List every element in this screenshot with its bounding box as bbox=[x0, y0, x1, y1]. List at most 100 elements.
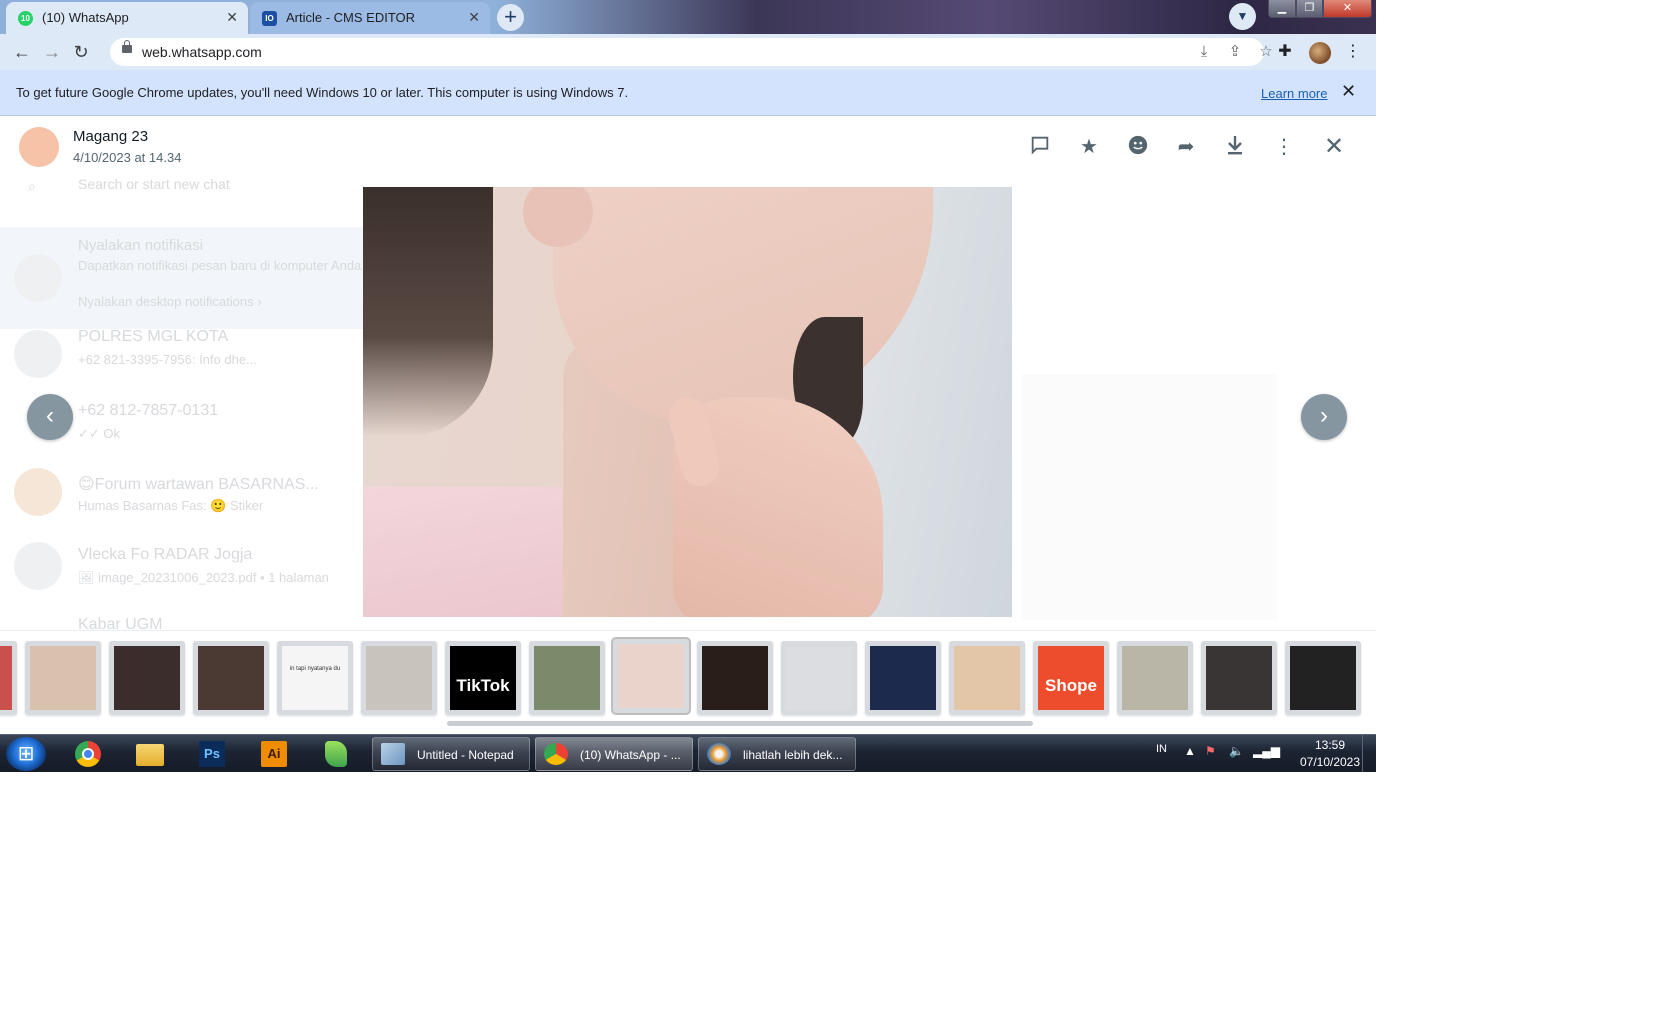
background-chat-preview: Dapatkan notifikasi pesan baru di komput… bbox=[78, 258, 362, 273]
background-avatar bbox=[14, 468, 62, 516]
media-thumbnail[interactable] bbox=[361, 641, 437, 715]
media-thumbnail[interactable] bbox=[949, 641, 1025, 715]
tab-title: Article - CMS EDITOR bbox=[286, 10, 416, 25]
image-detail bbox=[363, 187, 493, 437]
side-panel-icon-glyph bbox=[1281, 42, 1301, 62]
reload-icon[interactable]: ↻ bbox=[69, 40, 93, 64]
whatsapp-page: ⌕ Search or start new chat Nyalakan noti… bbox=[0, 116, 1376, 734]
tab-close-icon[interactable]: ✕ bbox=[468, 9, 480, 26]
emoji-icon[interactable] bbox=[1125, 134, 1151, 160]
chrome-icon[interactable] bbox=[70, 738, 106, 770]
next-media-button[interactable]: › bbox=[1301, 394, 1347, 440]
notepad-icon bbox=[381, 743, 405, 765]
green-app-icon[interactable] bbox=[318, 738, 354, 770]
star-icon[interactable]: ★ bbox=[1076, 134, 1102, 160]
forward-icon[interactable]: ➦ bbox=[1173, 134, 1199, 160]
tab-cms-editor[interactable]: IO Article - CMS EDITOR ✕ bbox=[250, 2, 490, 34]
bookmark-star-icon[interactable]: ☆ bbox=[1257, 43, 1275, 61]
media-thumbnail[interactable]: Shope bbox=[1033, 641, 1109, 715]
profile-avatar[interactable] bbox=[1309, 42, 1331, 64]
learn-more-link[interactable]: Learn more bbox=[1261, 86, 1327, 101]
close-icon[interactable]: ✕ bbox=[1321, 134, 1347, 160]
taskbar-label: lihatlah lebih dek... bbox=[743, 748, 843, 762]
media-thumbnail[interactable] bbox=[781, 641, 857, 715]
tab-search-button[interactable]: ▼ bbox=[1229, 3, 1256, 30]
thumbnail-image bbox=[870, 646, 936, 710]
background-chat-name: POLRES MGL KOTA bbox=[78, 328, 229, 345]
infobar-message: To get future Google Chrome updates, you… bbox=[16, 85, 629, 100]
start-button[interactable] bbox=[6, 737, 46, 771]
thumbnail-image bbox=[366, 646, 432, 710]
media-thumbnail[interactable] bbox=[865, 641, 941, 715]
taskbar-whatsapp-chrome[interactable]: (10) WhatsApp - ... bbox=[535, 737, 693, 771]
windows-taskbar: Ps Ai Untitled - Notepad (10) WhatsApp -… bbox=[0, 734, 1376, 772]
browser-tab-strip: 10 (10) WhatsApp ✕ IO Article - CMS EDIT… bbox=[0, 0, 1376, 34]
media-thumbnail[interactable] bbox=[613, 639, 689, 713]
thumbnail-scrollbar[interactable] bbox=[447, 721, 1033, 726]
media-thumbnail[interactable] bbox=[1117, 641, 1193, 715]
background-chat-name: Vlecka Fo RADAR Jogja bbox=[78, 546, 253, 563]
media-thumbnail[interactable]: in tapi nyatanya du bbox=[277, 641, 353, 715]
clock-time[interactable]: 13:59 bbox=[1295, 738, 1365, 752]
taskbar-label: (10) WhatsApp - ... bbox=[580, 748, 681, 762]
chrome-menu-icon[interactable]: ⋮ bbox=[1343, 42, 1363, 62]
show-desktop-button[interactable] bbox=[1362, 735, 1376, 772]
window-restore-button[interactable]: ❐ bbox=[1296, 0, 1323, 18]
media-thumbnail[interactable] bbox=[529, 641, 605, 715]
media-thumbnail[interactable] bbox=[1201, 641, 1277, 715]
url-text[interactable]: web.whatsapp.com bbox=[142, 44, 262, 60]
back-arrow-icon[interactable]: ← bbox=[10, 40, 34, 64]
thumbnail-image bbox=[1206, 646, 1272, 710]
file-explorer-icon[interactable] bbox=[132, 738, 168, 770]
media-thumbnail[interactable] bbox=[25, 641, 101, 715]
taskbar-notepad[interactable]: Untitled - Notepad bbox=[372, 737, 530, 771]
illustrator-icon[interactable]: Ai bbox=[256, 738, 292, 770]
media-thumbnail[interactable]: TikTok bbox=[445, 641, 521, 715]
forward-arrow-icon[interactable]: → bbox=[40, 40, 64, 64]
thumbnail-image: TikTok bbox=[450, 646, 516, 710]
taskbar-paint[interactable]: lihatlah lebih dek... bbox=[698, 737, 856, 771]
install-app-icon[interactable]: ⤓ bbox=[1195, 43, 1213, 61]
share-icon[interactable]: ⇪ bbox=[1226, 43, 1244, 61]
photoshop-icon[interactable]: Ps bbox=[194, 738, 230, 770]
search-icon: ⌕ bbox=[28, 178, 36, 194]
media-image[interactable] bbox=[363, 187, 1012, 617]
media-thumbnail[interactable] bbox=[0, 641, 17, 715]
show-hidden-icons-icon[interactable]: ▲ bbox=[1184, 744, 1196, 758]
thumbnail-image bbox=[1290, 646, 1356, 710]
background-chat-preview: Humas Basarnas Fas: 🙂 Stiker bbox=[78, 498, 264, 513]
window-close-button[interactable]: ✕ bbox=[1323, 0, 1372, 18]
thumbnail-image bbox=[198, 646, 264, 710]
menu-icon[interactable]: ⋮ bbox=[1271, 134, 1297, 160]
background-avatar bbox=[14, 254, 62, 302]
action-center-icon[interactable]: ⚑ bbox=[1205, 744, 1216, 758]
screen: 10 (10) WhatsApp ✕ IO Article - CMS EDIT… bbox=[0, 0, 1376, 772]
reply-icon[interactable] bbox=[1027, 134, 1053, 160]
paint-icon bbox=[707, 743, 731, 765]
address-bar[interactable]: web.whatsapp.com ⤓ ⇪ ☆ bbox=[110, 38, 1273, 66]
tab-whatsapp[interactable]: 10 (10) WhatsApp ✕ bbox=[6, 2, 248, 34]
infobar-close-icon[interactable]: ✕ bbox=[1341, 81, 1356, 102]
new-tab-button[interactable]: + bbox=[497, 4, 524, 31]
thumbnail-image bbox=[114, 646, 180, 710]
media-thumbnail[interactable] bbox=[109, 641, 185, 715]
thumbnail-image bbox=[30, 646, 96, 710]
sender-avatar[interactable] bbox=[19, 127, 59, 167]
thumbnail-image bbox=[534, 646, 600, 710]
media-thumbnail[interactable] bbox=[193, 641, 269, 715]
window-minimize-button[interactable]: ▁ bbox=[1268, 0, 1296, 18]
volume-icon[interactable]: 🔈 bbox=[1229, 744, 1244, 758]
background-chat-name: 😊Forum wartawan BASARNAS... bbox=[78, 476, 319, 493]
background-avatar bbox=[14, 542, 62, 590]
thumbnail-image bbox=[954, 646, 1020, 710]
download-icon[interactable] bbox=[1222, 134, 1248, 160]
previous-media-button[interactable]: ‹ bbox=[27, 394, 73, 440]
media-thumbnail[interactable] bbox=[1285, 641, 1361, 715]
language-indicator[interactable]: IN bbox=[1156, 743, 1167, 755]
lock-icon[interactable] bbox=[122, 40, 132, 53]
media-thumbnail[interactable] bbox=[697, 641, 773, 715]
background-search-placeholder: Search or start new chat bbox=[78, 176, 230, 192]
tab-close-icon[interactable]: ✕ bbox=[226, 9, 238, 26]
network-signal-icon[interactable]: ▂▄▆ bbox=[1253, 744, 1280, 758]
background-avatar bbox=[14, 330, 62, 378]
